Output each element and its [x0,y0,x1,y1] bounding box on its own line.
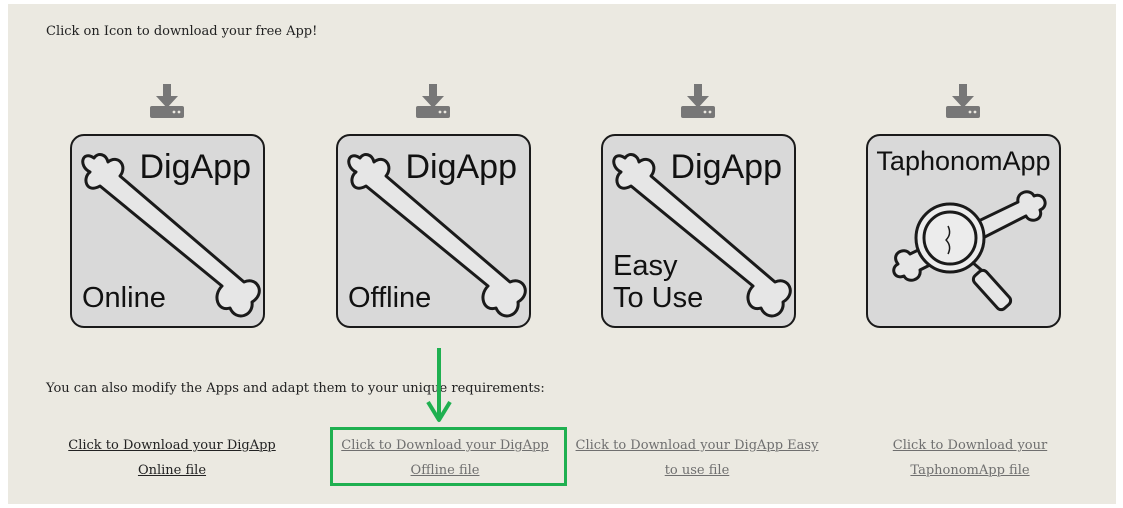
link-digapp-online[interactable]: Click to Download your DigApp Online fil… [62,433,282,483]
download-icon[interactable] [148,82,186,120]
app-subtitle: Offline [348,282,432,314]
app-digapp-online[interactable]: DigApp Online [70,82,265,332]
app-digapp-easy[interactable]: DigApp Easy To Use [601,82,796,332]
link-taphonomapp[interactable]: Click to Download your TaphonomApp file [880,433,1060,483]
highlight-box [330,427,567,486]
app-tile-digapp-online[interactable]: DigApp Online [70,134,265,328]
app-title: DigApp [139,148,251,186]
app-digapp-offline[interactable]: DigApp Offline [336,82,531,332]
download-icon[interactable] [414,82,452,120]
subtitle-line: Easy [613,250,678,282]
download-icon[interactable] [944,82,982,120]
app-tile-digapp-easy[interactable]: DigApp Easy To Use [601,134,796,328]
modify-text: You can also modify the Apps and adapt t… [46,381,545,396]
app-tile-digapp-offline[interactable]: DigApp Offline [336,134,531,328]
app-tile-taphonomapp[interactable]: TaphonomApp [866,134,1061,328]
intro-text: Click on Icon to download your free App! [46,24,318,39]
app-subtitle: Easy To Use [613,250,703,314]
download-icon[interactable] [679,82,717,120]
arrow-down-icon [426,348,452,422]
subtitle-line: To Use [613,282,704,314]
app-title: DigApp [670,148,782,186]
link-digapp-easy[interactable]: Click to Download your DigApp Easy to us… [570,433,824,483]
app-subtitle: Online [82,282,166,314]
app-title: TaphonomApp [876,146,1051,176]
app-title: DigApp [405,148,517,186]
app-taphonomapp[interactable]: TaphonomApp [866,82,1061,332]
